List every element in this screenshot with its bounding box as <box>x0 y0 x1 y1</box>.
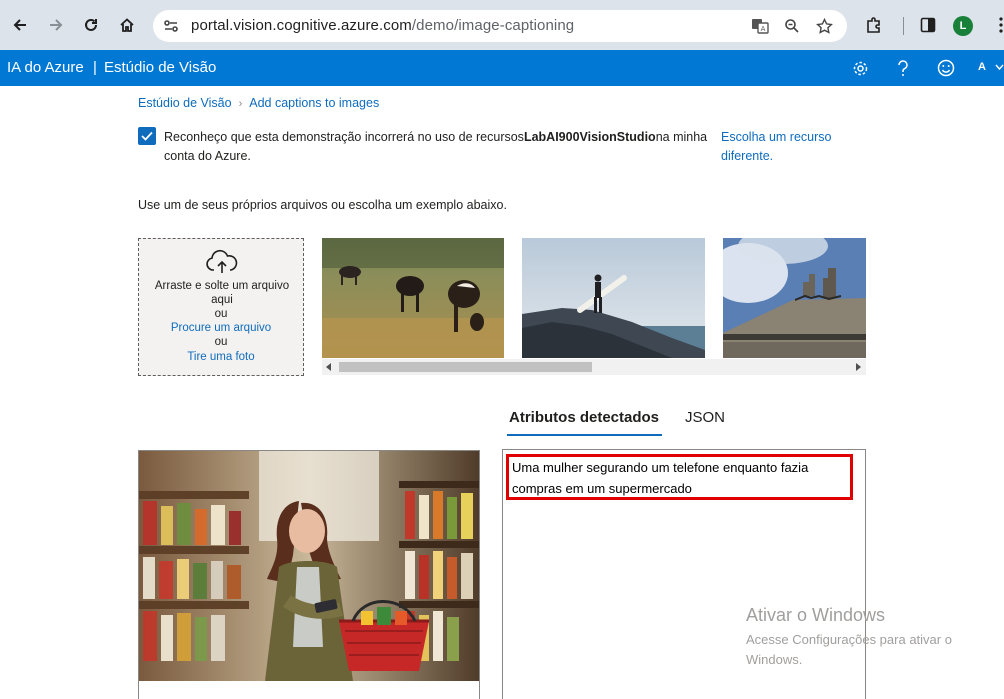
chevron-down-icon[interactable] <box>995 64 1004 71</box>
tab-json[interactable]: JSON <box>685 409 725 426</box>
url-text[interactable]: portal.vision.cognitive.azure.com/demo/i… <box>191 17 574 34</box>
toolbar-divider <box>903 17 904 35</box>
or-text: ou <box>214 336 228 348</box>
consent-text: Reconheço que esta demonstração incorrer… <box>164 130 708 163</box>
forward-icon[interactable] <box>43 12 69 38</box>
sample-image-surfer[interactable] <box>522 238 705 358</box>
extensions-icon[interactable] <box>861 12 887 38</box>
breadcrumb-current-link[interactable]: Add captions to images <box>249 96 379 110</box>
profile-avatar[interactable]: L <box>953 16 973 36</box>
activate-windows-title: Ativar o Windows <box>746 605 886 625</box>
bookmark-star-icon[interactable] <box>813 16 835 36</box>
reload-icon[interactable] <box>78 12 104 38</box>
settings-icon[interactable] <box>850 58 870 78</box>
studio-title[interactable]: Estúdio de Visão <box>104 59 216 76</box>
scroll-thumb[interactable] <box>339 362 592 372</box>
resource-name: LabAI900VisionStudio <box>523 130 656 144</box>
samples-scrollbar[interactable] <box>322 359 866 375</box>
result-image-woman-shopping <box>139 451 479 681</box>
or-text: ou <box>214 308 228 320</box>
browse-file-link[interactable]: Procure um arquivo <box>139 322 303 334</box>
sample-image-cows[interactable] <box>322 238 504 358</box>
generated-caption: Uma mulher segurando um telefone enquant… <box>512 460 809 496</box>
menu-icon[interactable] <box>988 12 1004 38</box>
breadcrumb: Estúdio de Visão › Add captions to images <box>138 96 379 110</box>
azure-header: IA do Azure | Estúdio de Visão A <box>0 50 1004 86</box>
checkmark-icon <box>141 131 153 141</box>
active-tab-indicator <box>507 434 662 436</box>
activate-windows-subtitle: Acesse Configurações para ativar o Windo… <box>746 632 952 667</box>
address-bar[interactable]: portal.vision.cognitive.azure.com/demo/i… <box>153 10 847 42</box>
drag-drop-text: Arraste e solte um arquivo aqui <box>154 280 290 306</box>
zoom-icon[interactable] <box>781 16 803 36</box>
chevron-right-icon: › <box>238 98 243 110</box>
breadcrumb-home-link[interactable]: Estúdio de Visão <box>138 96 232 110</box>
sample-image-building[interactable] <box>723 238 866 358</box>
browser-toolbar: portal.vision.cognitive.azure.com/demo/i… <box>0 0 1004 50</box>
site-info-icon[interactable] <box>162 17 180 35</box>
feedback-smiley-icon[interactable] <box>936 58 956 78</box>
file-dropzone[interactable]: Arraste e solte um arquivo aqui ou Procu… <box>138 238 304 376</box>
side-panel-icon[interactable] <box>915 12 941 38</box>
home-icon[interactable] <box>114 12 140 38</box>
result-image-frame <box>138 450 480 699</box>
svg-text:A: A <box>761 25 766 33</box>
scroll-right-arrow-icon[interactable] <box>856 363 861 371</box>
take-photo-link[interactable]: Tire uma foto <box>139 351 303 363</box>
back-icon[interactable] <box>7 12 33 38</box>
instructions-text: Use um de seus próprios arquivos ou esco… <box>138 198 507 212</box>
consent-checkbox[interactable] <box>138 127 156 145</box>
scroll-left-arrow-icon[interactable] <box>326 363 331 371</box>
cloud-upload-icon <box>206 249 238 273</box>
azure-brand[interactable]: IA do Azure <box>7 59 84 76</box>
header-separator: | <box>93 59 97 76</box>
help-icon[interactable] <box>893 58 913 78</box>
translate-icon[interactable]: A <box>749 16 771 36</box>
tab-detected-attributes[interactable]: Atributos detectados <box>509 409 659 426</box>
account-initial[interactable]: A <box>978 61 986 73</box>
choose-resource-link[interactable]: Escolha um recurso diferente. <box>721 128 851 166</box>
